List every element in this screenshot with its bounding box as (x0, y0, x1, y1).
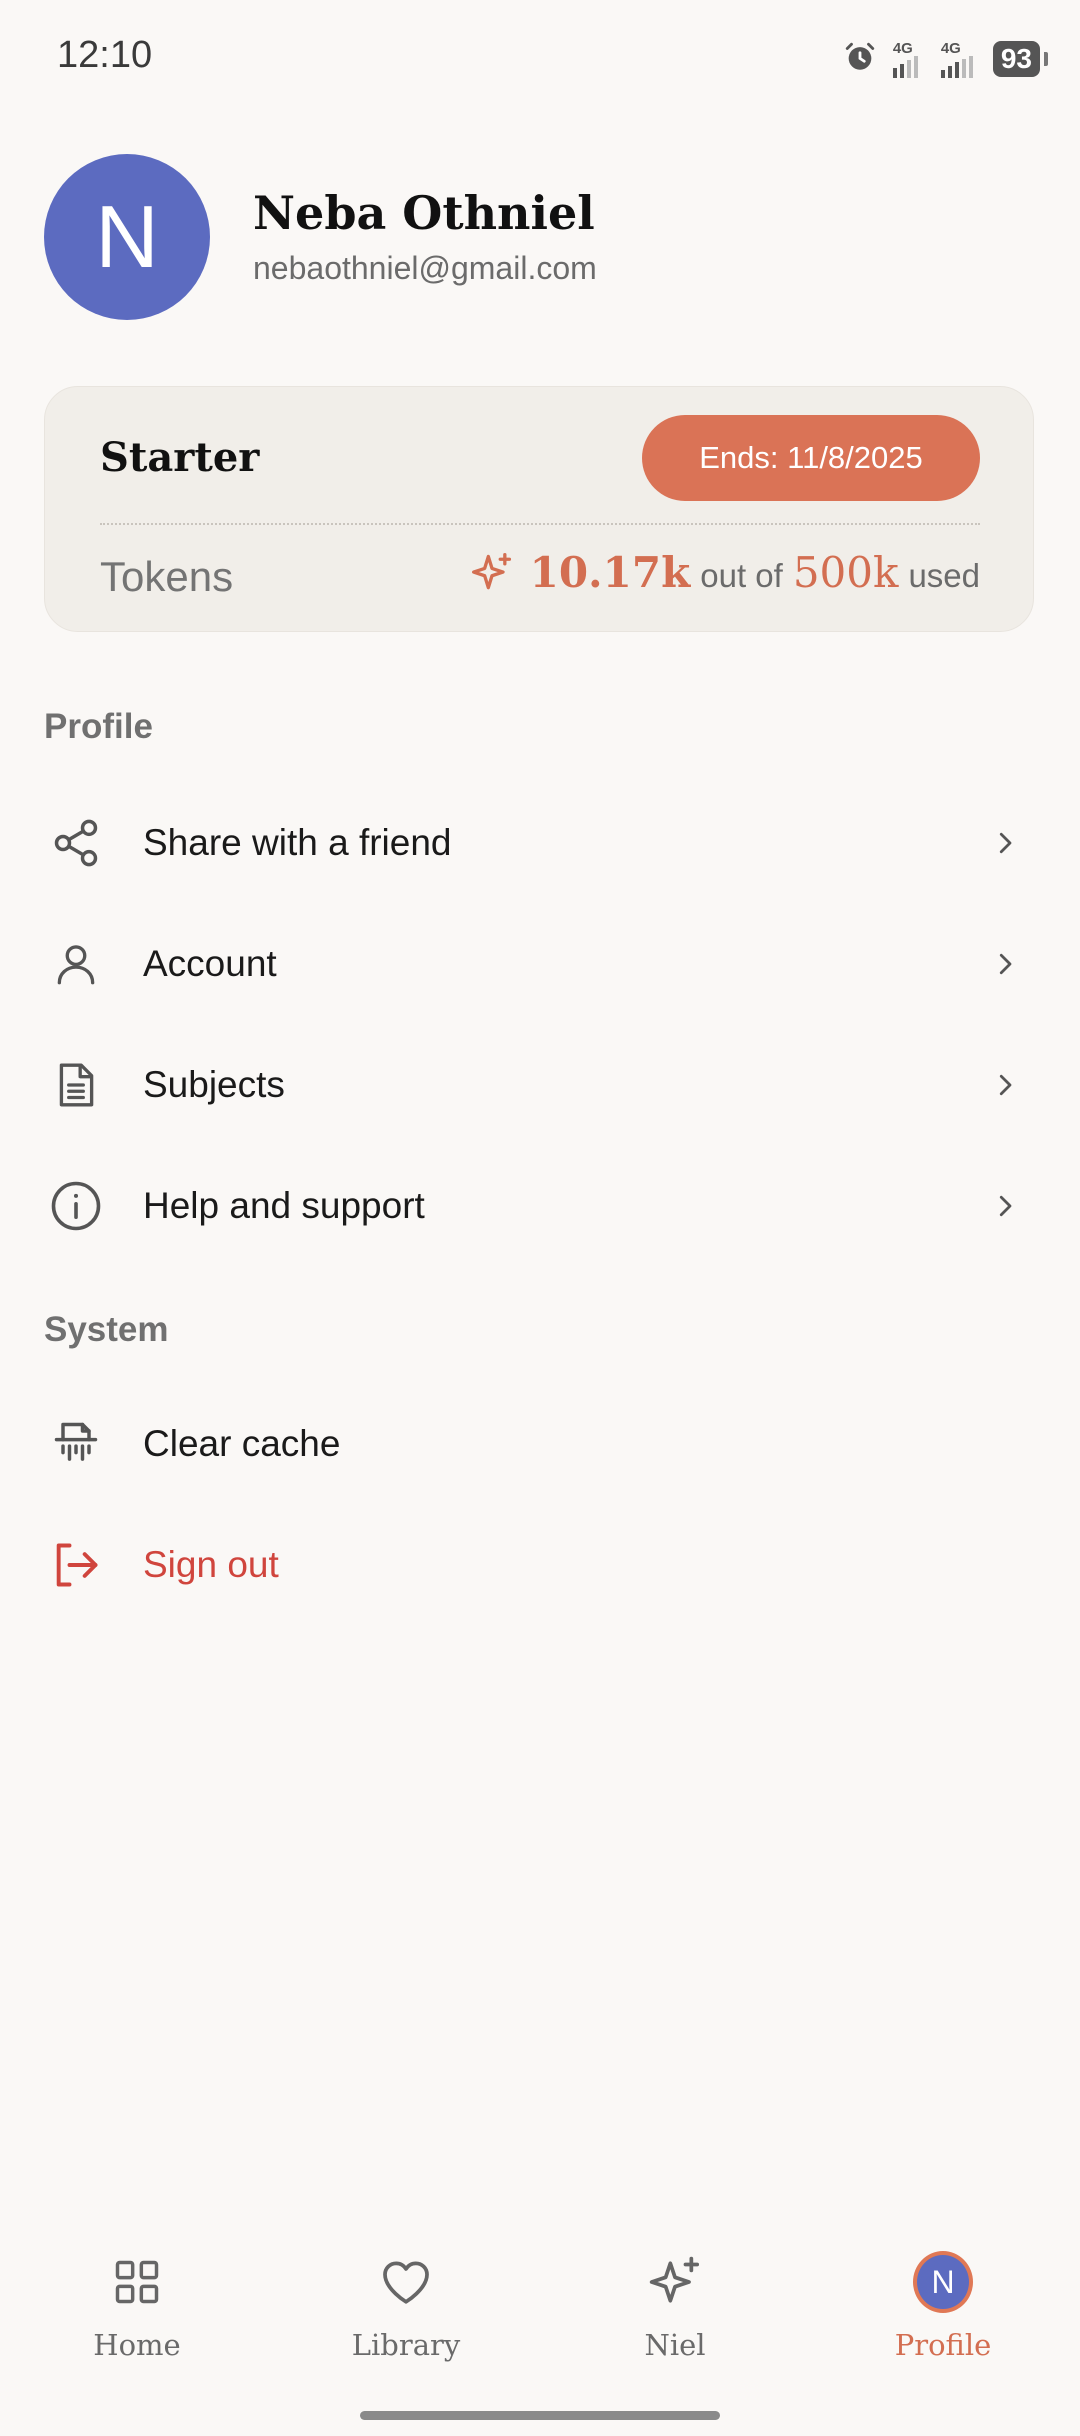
user-name: Neba Othniel (253, 186, 595, 240)
plan-ends-badge: Ends: 11/8/2025 (642, 415, 980, 501)
menu-item-clear-cache[interactable]: Clear cache (0, 1389, 1080, 1499)
shredder-icon (48, 1416, 104, 1472)
menu-label-subjects: Subjects (143, 1064, 285, 1105)
sign-out-icon (48, 1537, 104, 1593)
battery-icon: 93 (992, 41, 1049, 77)
section-title-profile: Profile (44, 707, 153, 746)
tokens-label: Tokens (100, 553, 234, 600)
tokens-out-of: out of (700, 557, 783, 594)
menu-label-account: Account (143, 943, 277, 984)
nav-profile[interactable]: N Profile (853, 2250, 1033, 2362)
signal-1-icon: 4G (891, 41, 925, 78)
plan-name: Starter (100, 434, 260, 481)
sparkle-icon (471, 552, 511, 589)
home-indicator (360, 2411, 720, 2420)
alarm-icon (843, 40, 877, 79)
chevron-right-icon (999, 1195, 1012, 1217)
nav-niel-label: Niel (644, 2328, 706, 2362)
nav-home[interactable]: Home (47, 2250, 227, 2362)
section-title-system: System (44, 1310, 169, 1349)
menu-item-subjects[interactable]: Subjects (0, 1030, 1080, 1140)
document-icon (48, 1057, 104, 1113)
plan-divider (100, 523, 980, 525)
heart-icon (376, 2252, 436, 2312)
menu-label-share: Share with a friend (143, 822, 452, 863)
signal-2-icon: 4G (939, 41, 979, 78)
menu-label-sign-out: Sign out (143, 1544, 279, 1585)
nav-library[interactable]: Library (316, 2250, 496, 2362)
bottom-nav: Home Library Niel N Profile (0, 2250, 1080, 2390)
nav-profile-label: Profile (894, 2328, 992, 2362)
avatar[interactable]: N (44, 154, 210, 320)
status-time: 12:10 (57, 34, 153, 76)
user-email: nebaothniel@gmail.com (253, 250, 597, 286)
tokens-usage: 10.17k out of 500k used (470, 548, 980, 597)
nav-avatar-wrapper: N (913, 2251, 973, 2313)
share-icon (48, 815, 104, 871)
nav-home-label: Home (93, 2328, 181, 2362)
user-icon (48, 936, 104, 992)
status-icons: 4G 4G 93 (843, 36, 1049, 82)
tokens-total: 500k (792, 548, 899, 597)
info-icon (48, 1178, 104, 1234)
tokens-used: 10.17k (529, 548, 691, 597)
nav-library-label: Library (351, 2328, 461, 2362)
sparkle-icon (645, 2252, 705, 2312)
chevron-right-icon (999, 953, 1012, 975)
nav-avatar: N (913, 2251, 973, 2313)
nav-niel[interactable]: Niel (585, 2250, 765, 2362)
chevron-right-icon (999, 1074, 1012, 1096)
menu-item-help[interactable]: Help and support (0, 1151, 1080, 1261)
menu-item-sign-out[interactable]: Sign out (0, 1510, 1080, 1620)
menu-item-share[interactable]: Share with a friend (0, 788, 1080, 898)
menu-item-account[interactable]: Account (0, 909, 1080, 1019)
tokens-used-suffix: used (908, 557, 980, 594)
grid-icon (107, 2252, 167, 2312)
menu-label-help: Help and support (143, 1185, 425, 1226)
menu-label-clear-cache: Clear cache (143, 1423, 341, 1464)
chevron-right-icon (999, 832, 1012, 854)
